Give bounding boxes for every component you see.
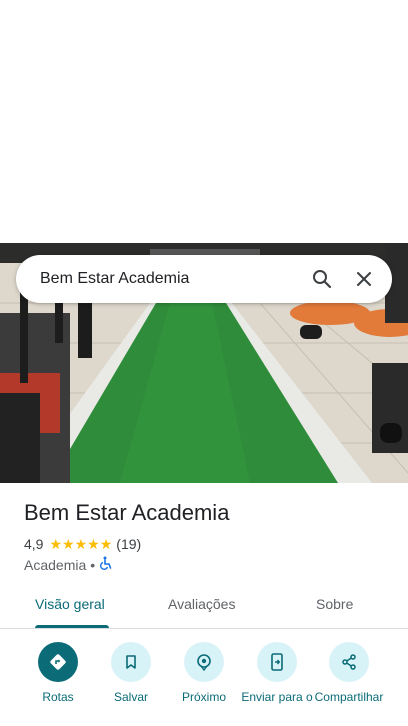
tab-overview[interactable]: Visão geral <box>35 596 105 612</box>
wheelchair-accessible-icon <box>99 556 113 573</box>
send-to-phone-label: Enviar para o <box>241 690 313 704</box>
map-blank-area <box>0 0 408 243</box>
rating-row[interactable]: 4,9 ★ ★ ★ ★ ★ (19) <box>24 536 141 552</box>
place-title: Bem Estar Academia <box>24 500 230 525</box>
active-tab-indicator <box>35 625 109 628</box>
nearby-icon <box>184 642 224 682</box>
tab-bar: Visão geral Avaliações Sobre <box>0 587 408 629</box>
nearby-button[interactable]: Próximo <box>166 642 242 705</box>
action-bar: Rotas Salvar Próximo Enviar para o Compa… <box>0 640 408 726</box>
share-label: Compartilhar <box>314 690 384 704</box>
separator-dot: • <box>90 556 96 573</box>
review-count[interactable]: (19) <box>116 536 141 552</box>
star-icon: ★ <box>74 536 88 552</box>
send-to-phone-icon <box>257 642 297 682</box>
bookmark-icon <box>111 642 151 682</box>
place-category: Academia <box>24 556 87 573</box>
directions-icon <box>38 642 78 682</box>
star-icon: ★ <box>49 536 63 552</box>
search-input[interactable]: Bem Estar Academia <box>40 270 310 288</box>
search-icon[interactable] <box>310 267 334 291</box>
rating-value: 4,9 <box>24 536 44 552</box>
star-icon: ★ <box>62 536 75 552</box>
save-label: Salvar <box>113 690 148 704</box>
share-icon <box>329 642 369 682</box>
star-icon: ★ <box>99 536 113 552</box>
directions-button[interactable]: Rotas <box>20 642 96 705</box>
star-icon: ★ <box>87 536 100 552</box>
star-rating: ★ ★ ★ ★ ★ <box>49 537 112 551</box>
nearby-label: Próximo <box>181 690 226 704</box>
save-button[interactable]: Salvar <box>93 642 169 705</box>
search-bar[interactable]: Bem Estar Academia <box>16 255 392 303</box>
tab-about[interactable]: Sobre <box>316 596 353 612</box>
tab-reviews[interactable]: Avaliações <box>168 596 235 612</box>
category-row: Academia • <box>24 556 113 573</box>
share-button[interactable]: Compartilhar <box>311 642 387 705</box>
directions-label: Rotas <box>42 690 74 704</box>
send-to-phone-button[interactable]: Enviar para o <box>239 642 315 705</box>
close-icon[interactable] <box>352 267 376 291</box>
